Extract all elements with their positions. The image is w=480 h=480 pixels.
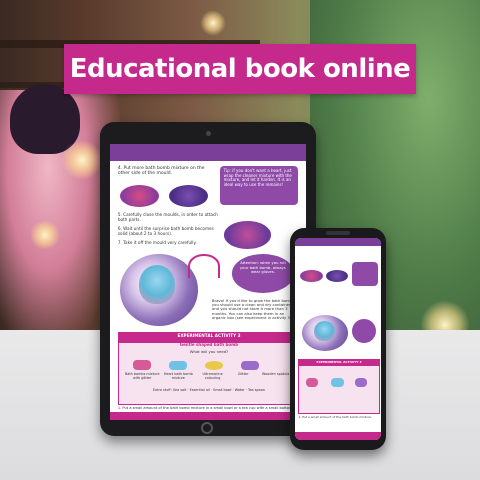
heart-bath-bomb-image	[313, 320, 335, 341]
bowl-image	[300, 270, 323, 283]
attention-callout	[351, 318, 376, 344]
book-page: EXPERIMENTAL ACTIVITY 3 1. Put a small a…	[295, 238, 381, 440]
tip-callout	[351, 262, 378, 287]
section-title: EXPERIMENTAL ACTIVITY 3	[299, 360, 379, 367]
step-text: 5. Carefully close the moulds, in order …	[117, 212, 218, 222]
phone-screen[interactable]: EXPERIMENTAL ACTIVITY 3 1. Put a small a…	[295, 238, 381, 440]
body-text: Bravo! If you'd like to grow the bath bo…	[211, 297, 294, 320]
item-image	[241, 361, 260, 370]
step-text: 7. Take it off the mould very carefully.	[117, 239, 197, 245]
title-banner: Educational book online	[64, 44, 416, 94]
item-label: Glitter	[237, 371, 249, 376]
page-footer-bar	[110, 411, 306, 420]
item-image	[169, 361, 188, 370]
page-footer-bar	[295, 431, 381, 440]
section-need: What will you need?	[189, 348, 229, 354]
activity-section: EXPERIMENTAL ACTIVITY 3	[298, 359, 380, 414]
bowl-image	[119, 185, 159, 208]
bowl-image	[168, 185, 208, 208]
tablet-screen[interactable]: 4. Put more bath bomb mixture on the oth…	[110, 144, 306, 420]
item-label: Bath bombs mixture with glitter	[124, 371, 160, 380]
item-image	[331, 378, 344, 388]
item-image	[133, 359, 152, 370]
step-text: 6. Wait until the surprise bath bomb bec…	[117, 225, 214, 236]
item-image	[305, 378, 319, 388]
extra-text: Extra stuff: Sea salt · Essential oil · …	[153, 387, 265, 392]
home-button[interactable]	[201, 422, 213, 434]
banner-title: Educational book online	[69, 54, 411, 84]
item-label: Ultramarine colouring	[202, 371, 223, 380]
book-page: 4. Put more bath bomb mixture on the oth…	[110, 144, 306, 420]
arrow-icon	[188, 254, 220, 279]
camera-icon	[206, 131, 211, 136]
item-label: Wooden spatula	[262, 371, 290, 376]
bowl-image	[325, 270, 349, 283]
step-text: 1. Put a small amount of the bath bomb m…	[298, 414, 372, 419]
step-text: 4. Put more bath bomb mixture on the oth…	[117, 166, 205, 177]
attention-callout: Attention: when you roll your bath bomb,…	[231, 254, 295, 294]
tablet-device: 4. Put more bath bomb mixture on the oth…	[100, 122, 316, 436]
page-header-bar	[110, 144, 306, 161]
tip-callout: Tip: if you don't want a heart, just wra…	[219, 166, 299, 205]
background-light	[200, 10, 226, 36]
background-light	[30, 220, 60, 250]
mould-image	[223, 221, 271, 249]
tip-text: Tip: if you don't want a heart, just wra…	[223, 168, 292, 187]
section-subtitle: Gentle shaped bath bomb	[179, 342, 239, 348]
phone-speaker	[326, 231, 350, 235]
item-image	[354, 378, 368, 388]
background-light	[62, 140, 102, 180]
item-image	[205, 361, 224, 370]
attention-text: Attention: when you roll your bath bomb,…	[239, 260, 286, 275]
phone-device: EXPERIMENTAL ACTIVITY 3 1. Put a small a…	[290, 228, 386, 450]
section-title: EXPERIMENTAL ACTIVITY 3	[118, 332, 300, 343]
step-text: 1. Put a small amount of the bath bomb m…	[117, 406, 294, 411]
item-label: Heart bath bomb mixture	[163, 371, 193, 380]
activity-section: EXPERIMENTAL ACTIVITY 3 Gentle shaped ba…	[117, 331, 301, 406]
heart-bath-bomb-image	[139, 265, 175, 305]
page-header-bar	[295, 238, 381, 247]
